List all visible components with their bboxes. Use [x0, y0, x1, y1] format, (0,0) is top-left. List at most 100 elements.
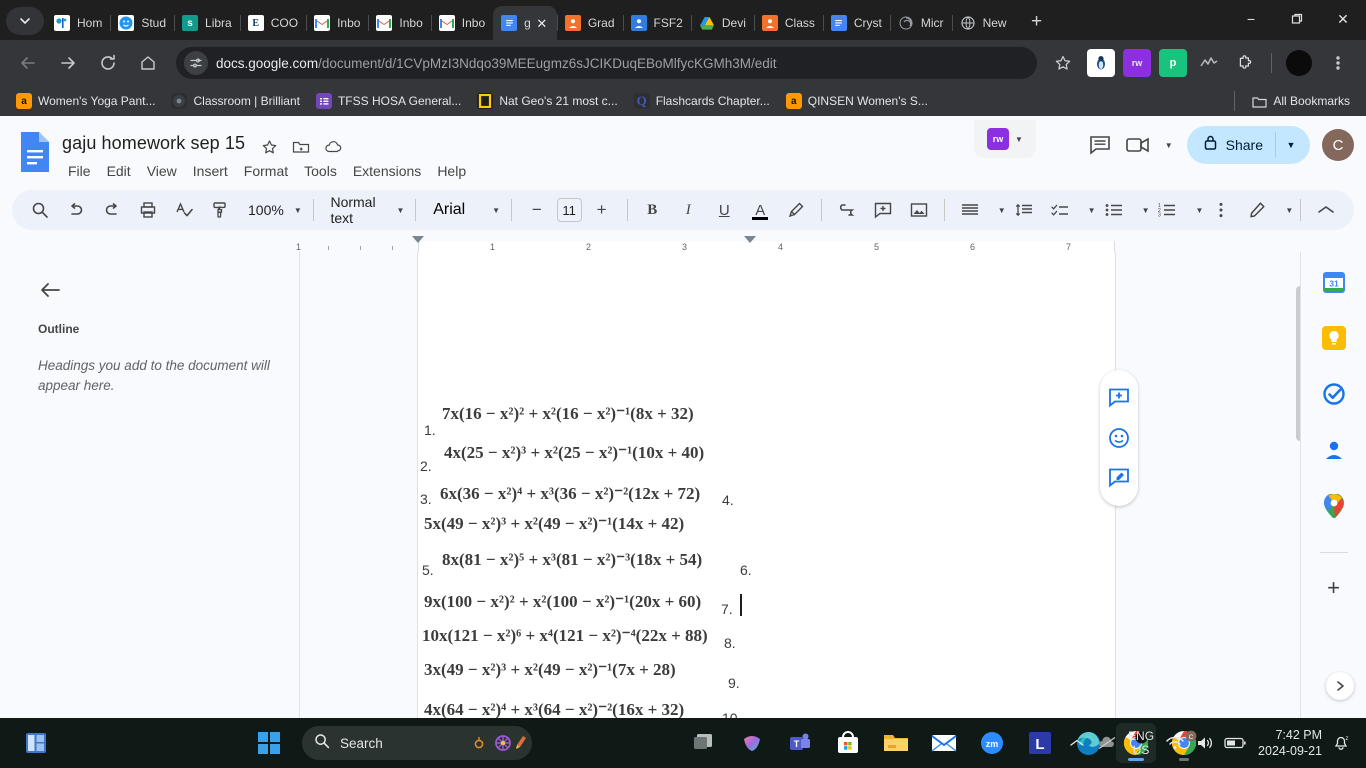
browser-tab[interactable]: Inbo [368, 6, 430, 40]
document-title[interactable]: gaju homework sep 15 [62, 133, 245, 154]
decrease-font-size-button[interactable]: − [522, 195, 552, 225]
battery-icon[interactable] [1222, 728, 1248, 758]
first-line-indent-marker[interactable] [744, 236, 756, 243]
arrow-left-icon[interactable] [12, 47, 44, 79]
horizontal-ruler[interactable]: 1 1 2 3 4 5 6 7 [296, 236, 1293, 252]
chevron-down-icon[interactable]: ▼ [1142, 206, 1150, 215]
checklist-icon[interactable] [1045, 195, 1075, 225]
search-input[interactable]: Search [302, 726, 532, 760]
menu-edit[interactable]: Edit [99, 160, 139, 182]
all-bookmarks-button[interactable]: All Bookmarks [1243, 90, 1358, 112]
share-button[interactable]: Share ▼ [1186, 126, 1310, 164]
add-emoji-reaction-icon[interactable] [1103, 422, 1135, 454]
tab-search-button[interactable] [6, 7, 44, 35]
menu-extensions[interactable]: Extensions [345, 160, 429, 182]
bold-button[interactable]: B [637, 195, 667, 225]
chevron-up-icon[interactable] [1064, 728, 1090, 758]
left-indent-marker[interactable] [412, 236, 424, 243]
minimize-button[interactable]: − [1228, 0, 1274, 38]
cloud-saved-icon[interactable] [322, 136, 344, 158]
google-calendar-icon[interactable]: 31 [1322, 270, 1346, 294]
three-dot-menu-icon[interactable] [1322, 47, 1354, 79]
browser-tab[interactable]: Stud [110, 6, 174, 40]
bookmark-item[interactable]: Classroom | Brilliant [163, 90, 307, 112]
chevron-up-icon[interactable] [1311, 195, 1341, 225]
underline-button[interactable]: U [709, 195, 739, 225]
home-icon[interactable] [132, 47, 164, 79]
font-size-input[interactable]: 11 [556, 198, 582, 222]
comment-icon[interactable] [1081, 126, 1119, 164]
editing-mode-pencil-icon[interactable] [1242, 195, 1272, 225]
paragraph-style-selector[interactable]: Normal text ▼ [320, 194, 408, 226]
share-dropdown-caret-icon[interactable]: ▼ [1276, 140, 1306, 150]
three-dot-more-icon[interactable] [1206, 195, 1236, 225]
italic-button[interactable]: I [673, 195, 703, 225]
language-indicator[interactable]: ENG US [1128, 729, 1154, 757]
penguin-extension-icon[interactable] [1087, 49, 1115, 77]
bookmark-item[interactable]: Nat Geo's 21 most c... [469, 90, 625, 112]
browser-tab[interactable]: FSF2 [622, 6, 691, 40]
document-canvas[interactable]: 1. 7x(16 − x²)² + x²(16 − x²)⁻¹(8x + 32)… [300, 252, 1300, 718]
clock[interactable]: 7:42 PM 2024-09-21 [1258, 727, 1322, 759]
menu-view[interactable]: View [139, 160, 185, 182]
numbered-list-icon[interactable]: 123 [1152, 195, 1182, 225]
reload-icon[interactable] [92, 47, 124, 79]
tune-icon[interactable] [184, 51, 208, 75]
browser-tab[interactable]: E COO [239, 6, 306, 40]
wifi-icon[interactable] [1162, 728, 1188, 758]
onedrive-sync-icon[interactable] [1094, 728, 1120, 758]
add-comment-icon[interactable] [1103, 382, 1135, 414]
close-icon[interactable]: ✕ [535, 17, 549, 30]
analytics-extension-icon[interactable] [1195, 49, 1223, 77]
browser-tab[interactable]: Cryst [822, 6, 890, 40]
close-outline-button[interactable] [36, 276, 64, 304]
grammarly-extension-icon[interactable]: p [1159, 49, 1187, 77]
link-icon[interactable] [832, 195, 862, 225]
star-icon[interactable] [1047, 47, 1079, 79]
add-comment-icon[interactable] [868, 195, 898, 225]
zoom-selector[interactable]: 100% ▼ [238, 196, 306, 224]
task-view-icon[interactable] [684, 723, 724, 763]
browser-tab[interactable]: Inbo [306, 6, 368, 40]
google-tasks-icon[interactable] [1322, 382, 1346, 406]
bulleted-list-icon[interactable] [1099, 195, 1129, 225]
star-icon[interactable] [258, 136, 280, 158]
text-color-button[interactable]: A [745, 195, 775, 225]
close-window-button[interactable]: ✕ [1320, 0, 1366, 38]
font-family-selector[interactable]: Arial ▼ [423, 196, 504, 224]
browser-tab[interactable]: Micr [889, 6, 952, 40]
google-contacts-icon[interactable] [1322, 438, 1346, 462]
google-docs-logo[interactable] [18, 130, 52, 174]
explore-button[interactable] [1326, 672, 1354, 700]
mail-icon[interactable] [924, 723, 964, 763]
browser-tab[interactable]: Inbo [430, 6, 493, 40]
copilot-icon[interactable] [732, 723, 772, 763]
chevron-down-icon[interactable]: ▼ [1195, 206, 1203, 215]
new-tab-button[interactable]: + [1023, 8, 1051, 36]
maximize-button[interactable] [1274, 0, 1320, 38]
paint-format-icon[interactable] [205, 195, 235, 225]
add-side-panel-app-button[interactable]: + [1327, 575, 1340, 601]
redo-icon[interactable] [97, 195, 127, 225]
spellcheck-icon[interactable] [169, 195, 199, 225]
notification-bell-icon[interactable]: z [1328, 728, 1354, 758]
volume-icon[interactable] [1192, 728, 1218, 758]
avatar[interactable]: C [1322, 129, 1354, 161]
microsoft-store-icon[interactable] [828, 723, 868, 763]
linkedin-icon[interactable]: L [1020, 723, 1060, 763]
browser-tab-active-google-docs[interactable]: g ✕ [493, 6, 557, 40]
puzzle-extensions-icon[interactable] [1231, 49, 1259, 77]
chevron-down-icon[interactable]: ▼ [1165, 141, 1173, 150]
browser-tab[interactable]: s Libra [174, 6, 240, 40]
increase-font-size-button[interactable]: + [587, 195, 617, 225]
video-camera-icon[interactable] [1123, 126, 1153, 164]
menu-file[interactable]: File [60, 160, 99, 182]
search-icon[interactable] [25, 195, 55, 225]
highlight-pen-icon[interactable] [781, 195, 811, 225]
chevron-down-icon[interactable]: ▼ [1015, 135, 1023, 144]
document-page[interactable]: 1. 7x(16 − x²)² + x²(16 − x²)⁻¹(8x + 32)… [418, 252, 1115, 718]
menu-tools[interactable]: Tools [296, 160, 345, 182]
menu-help[interactable]: Help [429, 160, 474, 182]
browser-tab[interactable]: Hom [46, 6, 110, 40]
google-maps-icon[interactable] [1322, 494, 1346, 518]
